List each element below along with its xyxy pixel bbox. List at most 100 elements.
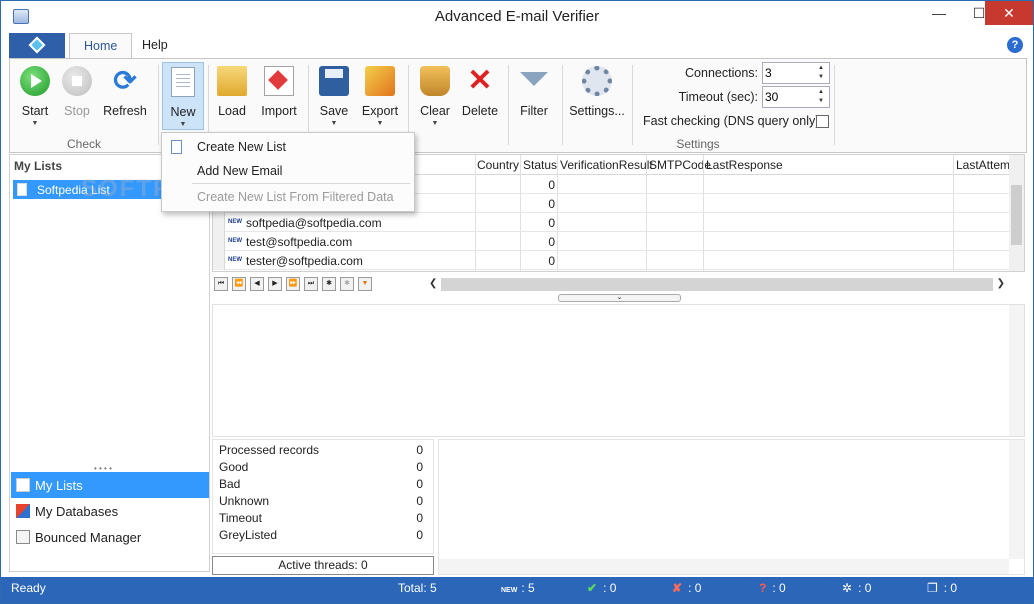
menu-item-create-from-filtered[interactable]: Create New List From Filtered Data bbox=[163, 185, 413, 209]
stat-value: 0 bbox=[416, 494, 423, 508]
connections-spinner[interactable]: ▲ ▼ bbox=[762, 62, 830, 84]
save-button[interactable]: Save ▼ bbox=[314, 62, 354, 130]
separator bbox=[632, 65, 633, 145]
cancel-edit-icon[interactable]: ✱ bbox=[340, 277, 354, 291]
fast-checking-checkbox[interactable] bbox=[816, 115, 829, 128]
detail-vertical-scrollbar[interactable] bbox=[1009, 305, 1024, 436]
minimize-button[interactable]: — bbox=[919, 1, 959, 25]
previous-record-icon[interactable]: ◀ bbox=[250, 277, 264, 291]
scroll-right-icon[interactable]: ❯ bbox=[997, 278, 1005, 289]
window-title: Advanced E-mail Verifier bbox=[434, 8, 600, 25]
new-badge: NEW bbox=[228, 219, 242, 225]
timeout-spinner[interactable]: ▲ ▼ bbox=[762, 86, 830, 108]
save-icon bbox=[319, 66, 349, 96]
column-header-verification-result[interactable]: VerificationResult bbox=[560, 158, 653, 172]
menu-item-add-new-email[interactable]: Add New Email bbox=[163, 159, 413, 183]
export-icon bbox=[365, 66, 395, 96]
insert-record-icon[interactable]: ✱ bbox=[322, 277, 336, 291]
start-label: Start bbox=[21, 104, 49, 118]
check-group-label: Check bbox=[66, 137, 101, 151]
last-page-icon[interactable]: ⏭ bbox=[304, 277, 318, 291]
filter-button[interactable]: Filter bbox=[512, 62, 556, 130]
export-button[interactable]: Export ▼ bbox=[358, 62, 402, 130]
new-count: NEW: 5 bbox=[501, 581, 535, 595]
help-icon[interactable]: ? bbox=[1007, 37, 1023, 53]
start-button[interactable]: Start ▼ bbox=[14, 62, 56, 130]
connections-input[interactable] bbox=[765, 65, 809, 81]
list-icon bbox=[17, 183, 27, 196]
refresh-icon: ⟳ bbox=[113, 65, 137, 96]
column-header-last-attempt[interactable]: LastAttemp bbox=[956, 158, 1017, 172]
stat-value: 0 bbox=[416, 443, 423, 457]
splitter-handle[interactable]: ⌄ bbox=[558, 294, 681, 302]
scroll-left-icon[interactable]: ❮ bbox=[429, 278, 437, 289]
column-header-country[interactable]: Country bbox=[477, 158, 519, 172]
list-icon bbox=[16, 478, 30, 492]
ribbon-tabs: Home Help ? bbox=[1, 31, 1033, 59]
column-header-status[interactable]: Status bbox=[523, 158, 557, 172]
nav-bounced-manager[interactable]: Bounced Manager bbox=[11, 524, 209, 550]
previous-page-icon[interactable]: ⏪ bbox=[232, 277, 246, 291]
nav-my-databases[interactable]: My Databases bbox=[11, 498, 209, 524]
timeout-input[interactable] bbox=[765, 89, 809, 105]
filter-icon[interactable]: ▼ bbox=[358, 277, 372, 291]
folder-icon bbox=[217, 66, 247, 96]
log-horizontal-scrollbar[interactable] bbox=[439, 559, 1009, 574]
separator bbox=[562, 65, 563, 145]
delete-button[interactable]: ✕ Delete bbox=[458, 62, 502, 130]
spin-down-icon[interactable]: ▼ bbox=[815, 73, 827, 82]
broom-icon bbox=[420, 66, 450, 96]
table-row[interactable]: NEW softpedia@softpedia.com 0 bbox=[213, 213, 1011, 232]
new-label: New bbox=[170, 105, 196, 119]
table-row[interactable]: NEW test@softpedia.com 0 bbox=[213, 232, 1011, 251]
column-header-smtp-code[interactable]: SMTPCode bbox=[649, 158, 711, 172]
tab-home[interactable]: Home bbox=[69, 33, 133, 59]
app-menu-icon bbox=[28, 36, 46, 54]
stat-value: 0 bbox=[416, 460, 423, 474]
next-record-icon[interactable]: ▶ bbox=[268, 277, 282, 291]
new-document-icon bbox=[171, 140, 182, 154]
bad-count-value: : 0 bbox=[688, 581, 702, 595]
close-button[interactable]: ✕ bbox=[985, 1, 1033, 25]
nav-my-lists[interactable]: My Lists bbox=[11, 472, 209, 498]
row-selector[interactable] bbox=[213, 213, 225, 232]
dropdown-arrow-icon: ▼ bbox=[431, 120, 439, 127]
row-selector[interactable] bbox=[213, 232, 225, 251]
column-header-last-response[interactable]: LastResponse bbox=[706, 158, 783, 172]
log-vertical-scrollbar[interactable] bbox=[1009, 440, 1024, 559]
menu-item-label: Create New List bbox=[197, 140, 286, 154]
next-page-icon[interactable]: ⏩ bbox=[286, 277, 300, 291]
spin-down-icon[interactable]: ▼ bbox=[815, 97, 827, 106]
email-cell: tester@softpedia.com bbox=[246, 254, 363, 268]
clear-button[interactable]: Clear ▼ bbox=[414, 62, 456, 130]
bad-count: ✘: 0 bbox=[672, 581, 701, 595]
import-button[interactable]: Import bbox=[256, 62, 302, 130]
nav-label: Bounced Manager bbox=[35, 530, 142, 545]
grid-horizontal-scrollbar[interactable]: ❮ ❯ bbox=[427, 278, 1007, 291]
row-selector[interactable] bbox=[213, 251, 225, 270]
stat-row: Unknown 0 bbox=[219, 493, 423, 510]
active-threads: Active threads: 0 bbox=[212, 556, 434, 575]
status-cell: 0 bbox=[548, 178, 555, 192]
email-cell: test@softpedia.com bbox=[246, 235, 353, 249]
new-badge: NEW bbox=[501, 587, 518, 594]
connections-label: Connections: bbox=[685, 66, 758, 80]
table-row[interactable]: NEW tester@softpedia.com 0 bbox=[213, 251, 1011, 270]
scroll-thumb[interactable] bbox=[1011, 185, 1022, 245]
refresh-button[interactable]: ⟳ Refresh bbox=[100, 62, 150, 130]
app-menu-button[interactable] bbox=[9, 33, 65, 58]
stop-button[interactable]: Stop bbox=[58, 62, 96, 130]
stat-label: Good bbox=[219, 460, 249, 474]
lists-panel: My Lists Softpedia List • • • • My Lists… bbox=[9, 154, 210, 572]
separator bbox=[834, 65, 835, 145]
scroll-track[interactable] bbox=[441, 278, 993, 291]
spin-up-icon[interactable]: ▲ bbox=[815, 88, 827, 97]
new-button[interactable]: New ▼ bbox=[162, 62, 204, 130]
settings-button[interactable]: Settings... bbox=[566, 62, 628, 130]
load-button[interactable]: Load bbox=[212, 62, 252, 130]
tab-help[interactable]: Help bbox=[128, 33, 182, 59]
first-page-icon[interactable]: ⏮ bbox=[214, 277, 228, 291]
menu-item-create-new-list[interactable]: Create New List bbox=[163, 135, 413, 159]
grid-vertical-scrollbar[interactable] bbox=[1009, 155, 1024, 271]
spin-up-icon[interactable]: ▲ bbox=[815, 64, 827, 73]
